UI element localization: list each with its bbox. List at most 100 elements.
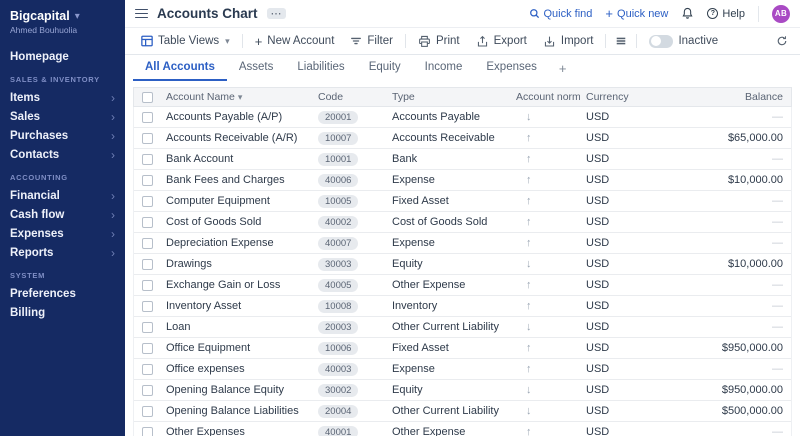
tab-assets[interactable]: Assets <box>227 55 286 81</box>
sidebar-item-homepage[interactable]: Homepage <box>0 47 125 66</box>
quick-find-button[interactable]: Quick find <box>529 8 593 20</box>
tab-all-accounts[interactable]: All Accounts <box>133 55 227 81</box>
row-checkbox[interactable] <box>142 406 153 417</box>
sidebar-item-cash-flow[interactable]: Cash flow › <box>0 205 125 224</box>
main-area: Accounts Chart ⋯ Quick find + Quick new <box>125 0 800 436</box>
row-checkbox[interactable] <box>142 154 153 165</box>
row-checkbox[interactable] <box>142 217 153 228</box>
table-row[interactable]: Accounts Receivable (A/R) 10007 Accounts… <box>134 128 791 149</box>
inactive-toggle[interactable] <box>649 35 673 48</box>
cell-code-badge: 30003 <box>318 258 358 271</box>
row-checkbox[interactable] <box>142 238 153 249</box>
table-views-button[interactable]: Table Views ▾ <box>133 28 238 54</box>
cell-currency: USD <box>580 279 646 291</box>
tab-expenses[interactable]: Expenses <box>474 55 549 81</box>
avatar[interactable]: AB <box>772 5 790 23</box>
export-button[interactable]: Export <box>468 28 535 54</box>
chevron-right-icon: › <box>111 228 115 240</box>
cell-code-badge: 10006 <box>318 342 358 355</box>
table-row[interactable]: Office expenses 40003 Expense ↑ USD — <box>134 359 791 380</box>
column-header-account-normal[interactable]: Account normal <box>510 91 580 103</box>
column-header-account-name[interactable]: Account Name▾ <box>160 91 312 103</box>
column-header-type[interactable]: Type <box>386 91 510 103</box>
cell-code-badge: 20004 <box>318 405 358 418</box>
sidebar-item-billing[interactable]: Billing <box>0 303 125 322</box>
row-checkbox[interactable] <box>142 385 153 396</box>
row-checkbox[interactable] <box>142 301 153 312</box>
organization-switcher[interactable]: Bigcapital ▾ <box>0 0 125 24</box>
table-row[interactable]: Other Expenses 40001 Other Expense ↑ USD… <box>134 422 791 436</box>
notifications-bell-icon[interactable] <box>681 7 694 20</box>
table-row[interactable]: Accounts Payable (A/P) 20001 Accounts Pa… <box>134 107 791 128</box>
cell-type: Fixed Asset <box>386 195 510 207</box>
table-row[interactable]: Cost of Goods Sold 40002 Cost of Goods S… <box>134 212 791 233</box>
cell-balance: $950,000.00 <box>646 342 791 354</box>
import-button[interactable]: Import <box>535 28 602 54</box>
row-checkbox[interactable] <box>142 427 153 436</box>
table-row[interactable]: Bank Fees and Charges 40006 Expense ↑ US… <box>134 170 791 191</box>
add-tab-button[interactable]: + <box>549 55 577 81</box>
table-row[interactable]: Drawings 30003 Equity ↓ USD $10,000.00 <box>134 254 791 275</box>
column-header-currency[interactable]: Currency <box>580 91 646 103</box>
table-row[interactable]: Depreciation Expense 40007 Expense ↑ USD… <box>134 233 791 254</box>
help-button[interactable]: ? Help <box>707 8 745 20</box>
column-header-code[interactable]: Code <box>312 91 386 103</box>
tab-liabilities[interactable]: Liabilities <box>285 55 356 81</box>
table-row[interactable]: Computer Equipment 10005 Fixed Asset ↑ U… <box>134 191 791 212</box>
sidebar-item-financial[interactable]: Financial › <box>0 186 125 205</box>
table-row[interactable]: Exchange Gain or Loss 40005 Other Expens… <box>134 275 791 296</box>
sidebar-item-label: Sales <box>10 111 40 123</box>
table-row[interactable]: Inventory Asset 10008 Inventory ↑ USD — <box>134 296 791 317</box>
table-row[interactable]: Loan 20003 Other Current Liability ↓ USD… <box>134 317 791 338</box>
cell-balance: — <box>646 216 791 228</box>
row-checkbox[interactable] <box>142 112 153 123</box>
cell-balance: $10,000.00 <box>646 174 791 186</box>
cell-account-name: Opening Balance Liabilities <box>160 405 312 417</box>
cell-account-name: Other Expenses <box>160 426 312 436</box>
cell-balance: — <box>646 426 791 436</box>
row-checkbox[interactable] <box>142 175 153 186</box>
cell-type: Other Expense <box>386 426 510 436</box>
sidebar-item-label: Financial <box>10 190 60 202</box>
sidebar-menu: Homepage SALES & INVENTORY Items › Sales… <box>0 47 125 322</box>
table-row[interactable]: Office Equipment 10006 Fixed Asset ↑ USD… <box>134 338 791 359</box>
chevron-right-icon: › <box>111 111 115 123</box>
table-row[interactable]: Bank Account 10001 Bank ↑ USD — <box>134 149 791 170</box>
sidebar-item-expenses[interactable]: Expenses › <box>0 224 125 243</box>
table-row[interactable]: Opening Balance Equity 30002 Equity ↓ US… <box>134 380 791 401</box>
tab-equity[interactable]: Equity <box>357 55 413 81</box>
row-checkbox[interactable] <box>142 322 153 333</box>
refresh-icon[interactable] <box>772 35 792 47</box>
cell-account-name: Bank Account <box>160 153 312 165</box>
tab-income[interactable]: Income <box>413 55 475 81</box>
menu-icon[interactable] <box>135 9 148 19</box>
select-all-checkbox[interactable] <box>142 92 153 103</box>
print-button[interactable]: Print <box>410 28 468 54</box>
table-row[interactable]: Opening Balance Liabilities 20004 Other … <box>134 401 791 422</box>
help-icon: ? <box>707 8 718 19</box>
sidebar-item-purchases[interactable]: Purchases › <box>0 126 125 145</box>
arrow-down-icon: ↓ <box>510 405 580 417</box>
sidebar-item-reports[interactable]: Reports › <box>0 243 125 262</box>
column-header-balance[interactable]: Balance <box>646 91 791 103</box>
cell-account-name: Office Equipment <box>160 342 312 354</box>
sidebar-item-preferences[interactable]: Preferences <box>0 284 125 303</box>
cell-currency: USD <box>580 426 646 436</box>
row-checkbox[interactable] <box>142 133 153 144</box>
row-height-button[interactable] <box>610 28 632 54</box>
filter-button[interactable]: Filter <box>342 28 401 54</box>
sidebar-item-sales[interactable]: Sales › <box>0 107 125 126</box>
row-checkbox[interactable] <box>142 343 153 354</box>
row-checkbox[interactable] <box>142 259 153 270</box>
sidebar-item-contacts[interactable]: Contacts › <box>0 145 125 164</box>
cell-balance: — <box>646 153 791 165</box>
row-checkbox[interactable] <box>142 196 153 207</box>
new-account-button[interactable]: + New Account <box>247 28 343 54</box>
more-icon[interactable]: ⋯ <box>267 8 286 19</box>
row-checkbox[interactable] <box>142 364 153 375</box>
export-icon <box>476 35 489 48</box>
caret-down-icon: ▾ <box>225 36 230 47</box>
row-checkbox[interactable] <box>142 280 153 291</box>
quick-new-button[interactable]: + Quick new <box>605 7 668 20</box>
sidebar-item-items[interactable]: Items › <box>0 88 125 107</box>
